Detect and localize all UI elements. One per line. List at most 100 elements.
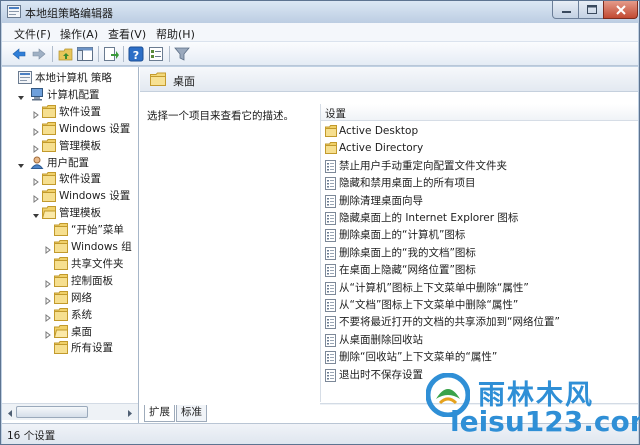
tree-computer-windows-settings[interactable]: Windows 设置 [2,121,138,137]
window-title: 本地组策略编辑器 [25,7,113,20]
list-item-label: Active Directory [339,142,424,155]
tree-computer-config[interactable]: 计算机配置 [2,87,138,103]
tree-item-label: 共享文件夹 [71,257,124,270]
help-icon[interactable]: ? [127,45,145,63]
expand-arrow-icon[interactable] [44,311,52,322]
expand-arrow-icon[interactable] [32,192,40,204]
policy-setting-icon [325,368,336,382]
list-setting-item[interactable]: 禁止用户手动重定向配置文件文件夹 [321,158,638,175]
tree-computer-admin-templates[interactable]: 管理模板 [2,138,138,154]
toolbar-separator [169,46,170,62]
policy-document-icon [18,71,32,84]
tab-standard[interactable]: 标准 [176,405,207,422]
expand-arrow-icon[interactable] [44,294,52,305]
expand-arrow-icon[interactable] [32,175,40,187]
folder-icon [54,240,68,253]
svg-text:?: ? [133,49,139,62]
title-bar[interactable]: 本地组策略编辑器 [1,1,639,23]
tree-root-local-policy[interactable]: 本地计算机 策略 [2,70,138,86]
list-setting-item[interactable]: 删除桌面上的“我的文档”图标 [321,245,638,262]
collapse-arrow-icon[interactable] [32,209,40,219]
folder-icon [54,290,68,304]
forward-icon[interactable] [30,45,48,63]
tree-shared-folders[interactable]: 共享文件夹 [2,256,138,272]
list-item-label: 退出时不保存设置 [339,368,423,381]
list-setting-item[interactable]: 隐藏和禁用桌面上的所有项目 [321,175,638,192]
list-setting-item[interactable]: 从“计算机”图标上下文菜单中删除“属性” [321,280,638,297]
policy-setting-icon [325,194,336,208]
tree-network[interactable]: 网络 [2,290,138,306]
menu-view[interactable]: 查看(V) [108,26,146,42]
tree-horizontal-scrollbar[interactable] [2,403,138,420]
list-setting-item[interactable]: 删除桌面上的“计算机”图标 [321,227,638,244]
expand-arrow-icon[interactable] [44,277,52,288]
expand-arrow-icon[interactable] [44,243,52,254]
scroll-right-icon[interactable] [125,408,135,417]
tree-item-label: 管理模板 [59,207,101,220]
tree-computer-software-settings[interactable]: 软件设置 [2,104,138,120]
collapse-arrow-icon[interactable] [17,159,25,168]
tree-item-label: 软件设置 [59,105,101,118]
list-setting-item[interactable]: 删除清理桌面向导 [321,193,638,210]
tree-item-label: Windows 设置 [59,190,131,203]
show-hide-tree-icon[interactable] [76,45,94,63]
tree-item-label: 管理模板 [59,139,101,152]
maximize-button[interactable] [578,1,604,19]
column-header-label: 设置 [325,108,346,120]
menu-action[interactable]: 操作(A) [60,26,98,42]
scroll-left-icon[interactable] [5,408,15,417]
folder-icon [325,125,337,138]
tree-user-admin-templates[interactable]: 管理模板 [2,205,138,221]
expand-arrow-icon[interactable] [32,108,40,119]
tree-user-software-settings[interactable]: 软件设置 [2,171,138,187]
filter-icon[interactable] [173,45,191,63]
menu-bar: 文件(F) 操作(A) 查看(V) 帮助(H) [2,23,638,42]
tree-item-label: 网络 [71,291,92,304]
tree-windows-components[interactable]: Windows 组 [2,239,138,255]
list-item-label: 删除桌面上的“我的文档”图标 [339,246,476,259]
expand-arrow-icon[interactable] [32,125,40,136]
computer-icon [30,87,44,101]
policy-editor-icon [7,5,21,18]
tab-extended[interactable]: 扩展 [144,405,175,422]
list-setting-item[interactable]: 从桌面删除回收站 [321,332,638,349]
list-item-label: 隐藏桌面上的 Internet Explorer 图标 [339,212,519,224]
tree-user-config[interactable]: 用户配置 [2,155,138,171]
policy-setting-icon [325,264,336,278]
menu-help[interactable]: 帮助(H) [156,26,195,42]
list-setting-item[interactable]: 删除“回收站”上下文菜单的“属性” [321,349,638,366]
tree-desktop[interactable]: 桌面 [2,324,138,340]
policy-setting-icon [325,159,336,173]
folder-icon [42,121,56,135]
expand-arrow-icon[interactable] [32,142,40,153]
minimize-button[interactable] [552,1,579,19]
column-header-settings[interactable]: 设置 [321,104,638,121]
folder-icon [42,172,56,186]
menu-file[interactable]: 文件(F) [14,26,51,42]
tree-control-panel[interactable]: 控制面板 [2,273,138,289]
tree-item-label: 控制面板 [71,274,113,287]
pane-title: 桌面 [173,75,195,88]
tree-all-settings[interactable]: 所有设置 [2,340,138,356]
back-icon[interactable] [10,45,28,63]
list-item-label: 删除桌面上的“计算机”图标 [339,229,466,242]
list-folder-item[interactable]: Active Desktop [321,123,638,140]
tree-user-windows-settings[interactable]: Windows 设置 [2,188,138,204]
tree-system[interactable]: 系统 [2,307,138,323]
tree-item-label: 计算机配置 [47,88,100,101]
list-setting-item[interactable]: 隐藏桌面上的 Internet Explorer 图标 [321,210,638,227]
list-setting-item[interactable]: 在桌面上隐藏“网络位置”图标 [321,262,638,279]
up-folder-icon[interactable] [57,45,75,63]
export-list-icon[interactable] [102,45,120,63]
scroll-thumb[interactable] [16,406,88,418]
expand-arrow-icon[interactable] [44,328,52,339]
list-setting-item[interactable]: 从“文档”图标上下文菜单中删除“属性” [321,297,638,314]
close-button[interactable] [603,1,638,19]
properties-icon[interactable] [147,45,165,63]
list-setting-item[interactable]: 不要将最近打开的文档的共享添加到“网络位置” [321,314,638,331]
list-folder-item[interactable]: Active Directory [321,140,638,157]
tree-item-label: “开始”菜单 [71,224,124,237]
settings-list: 设置 Active Desktop Active Directory 禁止用户手动重… [320,104,638,402]
tree-start-menu[interactable]: “开始”菜单 [2,222,138,238]
collapse-arrow-icon[interactable] [17,91,25,100]
